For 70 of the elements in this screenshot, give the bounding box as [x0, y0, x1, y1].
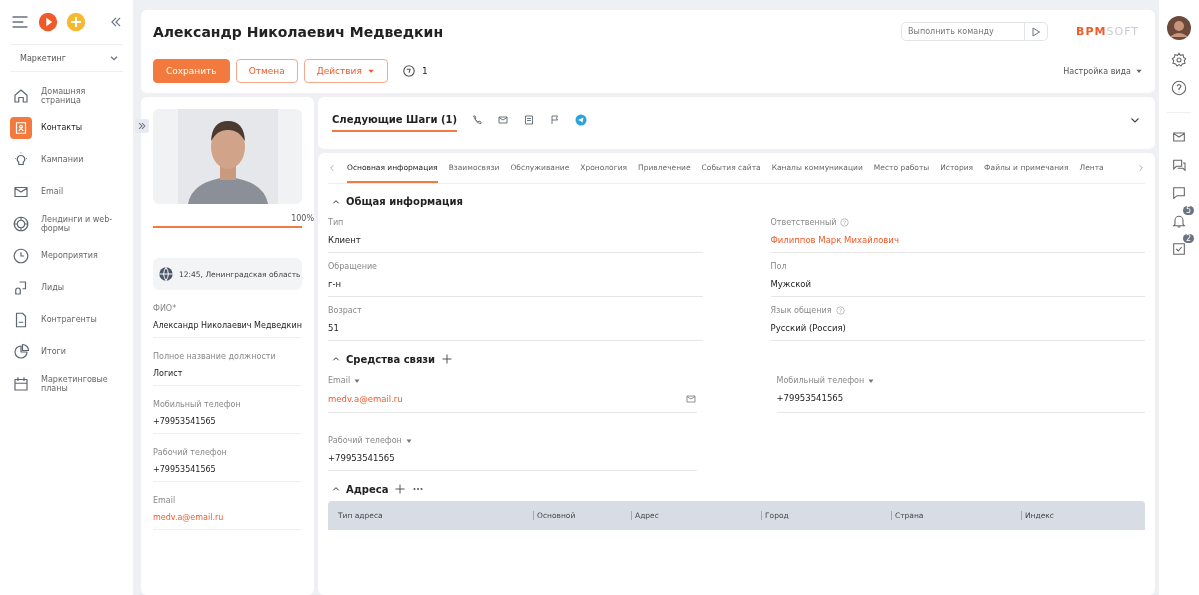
add-icon[interactable]: [441, 353, 454, 365]
contact-title: Александр Николаевич Медведкин: [153, 23, 445, 40]
sidebar-item[interactable]: Лиды: [41, 283, 65, 293]
sidebar-item[interactable]: Лендинги и web-формы: [41, 214, 123, 234]
profile-field[interactable]: Мобильный телефон +79953541565: [153, 400, 302, 434]
view-settings-menu[interactable]: Настройка вида: [1063, 66, 1143, 76]
bell-icon[interactable]: [1171, 213, 1187, 229]
form-field[interactable]: Email medv.a@email.ru: [328, 367, 697, 413]
command-field[interactable]: Выполнить команду: [901, 22, 1026, 41]
collapse-icon[interactable]: [332, 355, 340, 363]
run-button[interactable]: [1025, 22, 1049, 41]
play-icon[interactable]: [38, 12, 58, 32]
task-icon[interactable]: [1171, 241, 1187, 257]
expand-icon[interactable]: [135, 119, 149, 133]
sidebar-item[interactable]: Контрагенты: [41, 315, 97, 325]
form-field[interactable]: Обращение г-н: [328, 253, 703, 297]
form-field[interactable]: Тип Клиент: [328, 209, 703, 253]
mail-icon[interactable]: [684, 393, 697, 405]
collapse-icon[interactable]: [332, 197, 340, 206]
chat-icon[interactable]: [1171, 157, 1187, 173]
form-field[interactable]: Язык общения Русский (Россия): [770, 297, 1145, 341]
caret-icon: [405, 437, 412, 444]
collapse-icon[interactable]: [332, 485, 340, 493]
tag-count: 1: [421, 66, 428, 76]
sidebar-item[interactable]: Маркетинговые планы: [41, 374, 123, 394]
form-field[interactable]: Мобильный телефон +79953541565: [776, 367, 1145, 413]
action-icon[interactable]: [549, 114, 561, 126]
completeness-value: 100%: [290, 214, 314, 223]
section-icon[interactable]: [10, 117, 32, 139]
actions-button[interactable]: Действия: [303, 59, 388, 83]
cancel-button[interactable]: Отмена: [235, 59, 298, 83]
form-field[interactable]: Возраст 51: [328, 297, 703, 341]
sidebar-item[interactable]: Итоги: [41, 347, 66, 357]
add-icon[interactable]: [394, 483, 407, 495]
profile-field[interactable]: ФИО* Александр Николаевич Медведкин: [153, 304, 302, 338]
caret-icon: [1135, 67, 1143, 75]
profile-field[interactable]: Полное название должности Логист: [153, 352, 302, 386]
task-badge: 2: [1182, 234, 1194, 243]
caret-icon: [366, 67, 375, 75]
profile-field[interactable]: Рабочий телефон +79953541565: [153, 448, 302, 482]
workspace-select[interactable]: Маркетинг: [10, 44, 123, 72]
form-field[interactable]: Ответственный Филиппов Марк Михайлович: [770, 209, 1145, 253]
sidebar-item[interactable]: Домашняя страница: [41, 86, 123, 106]
play-icon: [1030, 25, 1043, 38]
avatar[interactable]: [1167, 16, 1191, 40]
form-field[interactable]: Пол Мужской: [770, 253, 1145, 297]
action-icon[interactable]: [523, 114, 535, 126]
help-icon[interactable]: [1171, 80, 1187, 96]
section-title: Адреса: [346, 483, 389, 495]
mail-icon[interactable]: [1171, 129, 1187, 145]
section-title: Общая информация: [346, 196, 463, 207]
sidebar-item[interactable]: Кампании: [41, 155, 84, 165]
section-title: Средства связи: [346, 353, 436, 365]
form-field[interactable]: Рабочий телефон +79953541565: [328, 427, 697, 471]
caret-icon: [868, 377, 875, 384]
message-icon[interactable]: [1171, 185, 1187, 201]
next-steps-tab[interactable]: Следующие Шаги (1): [332, 108, 457, 132]
notification-badge: 5: [1182, 206, 1194, 215]
chevron-icon: [109, 53, 119, 63]
profile-field[interactable]: Email medv.a@email.ru: [153, 496, 302, 530]
settings-icon[interactable]: [1171, 52, 1187, 68]
action-icon[interactable]: [471, 114, 483, 126]
globe-icon: [158, 266, 174, 282]
collapse-icon[interactable]: [109, 15, 123, 29]
action-icon[interactable]: [497, 114, 509, 126]
sidebar-item[interactable]: Email: [41, 187, 64, 197]
caret-icon: [354, 377, 361, 384]
telegram-icon[interactable]: [575, 114, 587, 126]
sidebar-item[interactable]: Мероприятия: [41, 251, 98, 261]
sidebar-item[interactable]: Контакты: [41, 123, 83, 133]
